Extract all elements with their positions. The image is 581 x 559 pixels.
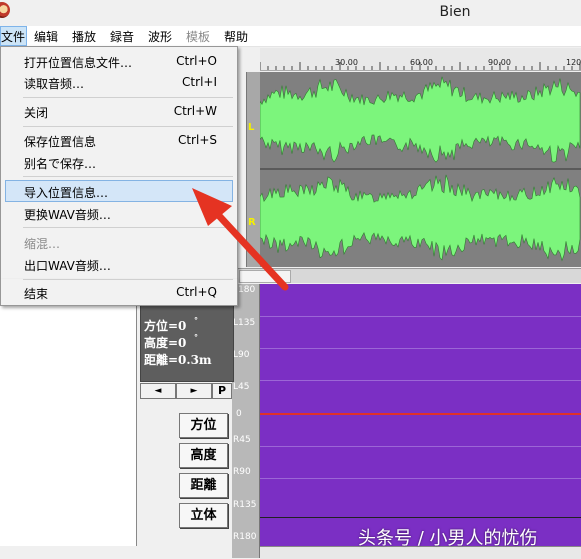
watermark: 头条号 / 小男人的忧伤	[358, 528, 538, 549]
annotation-arrow	[192, 188, 289, 291]
